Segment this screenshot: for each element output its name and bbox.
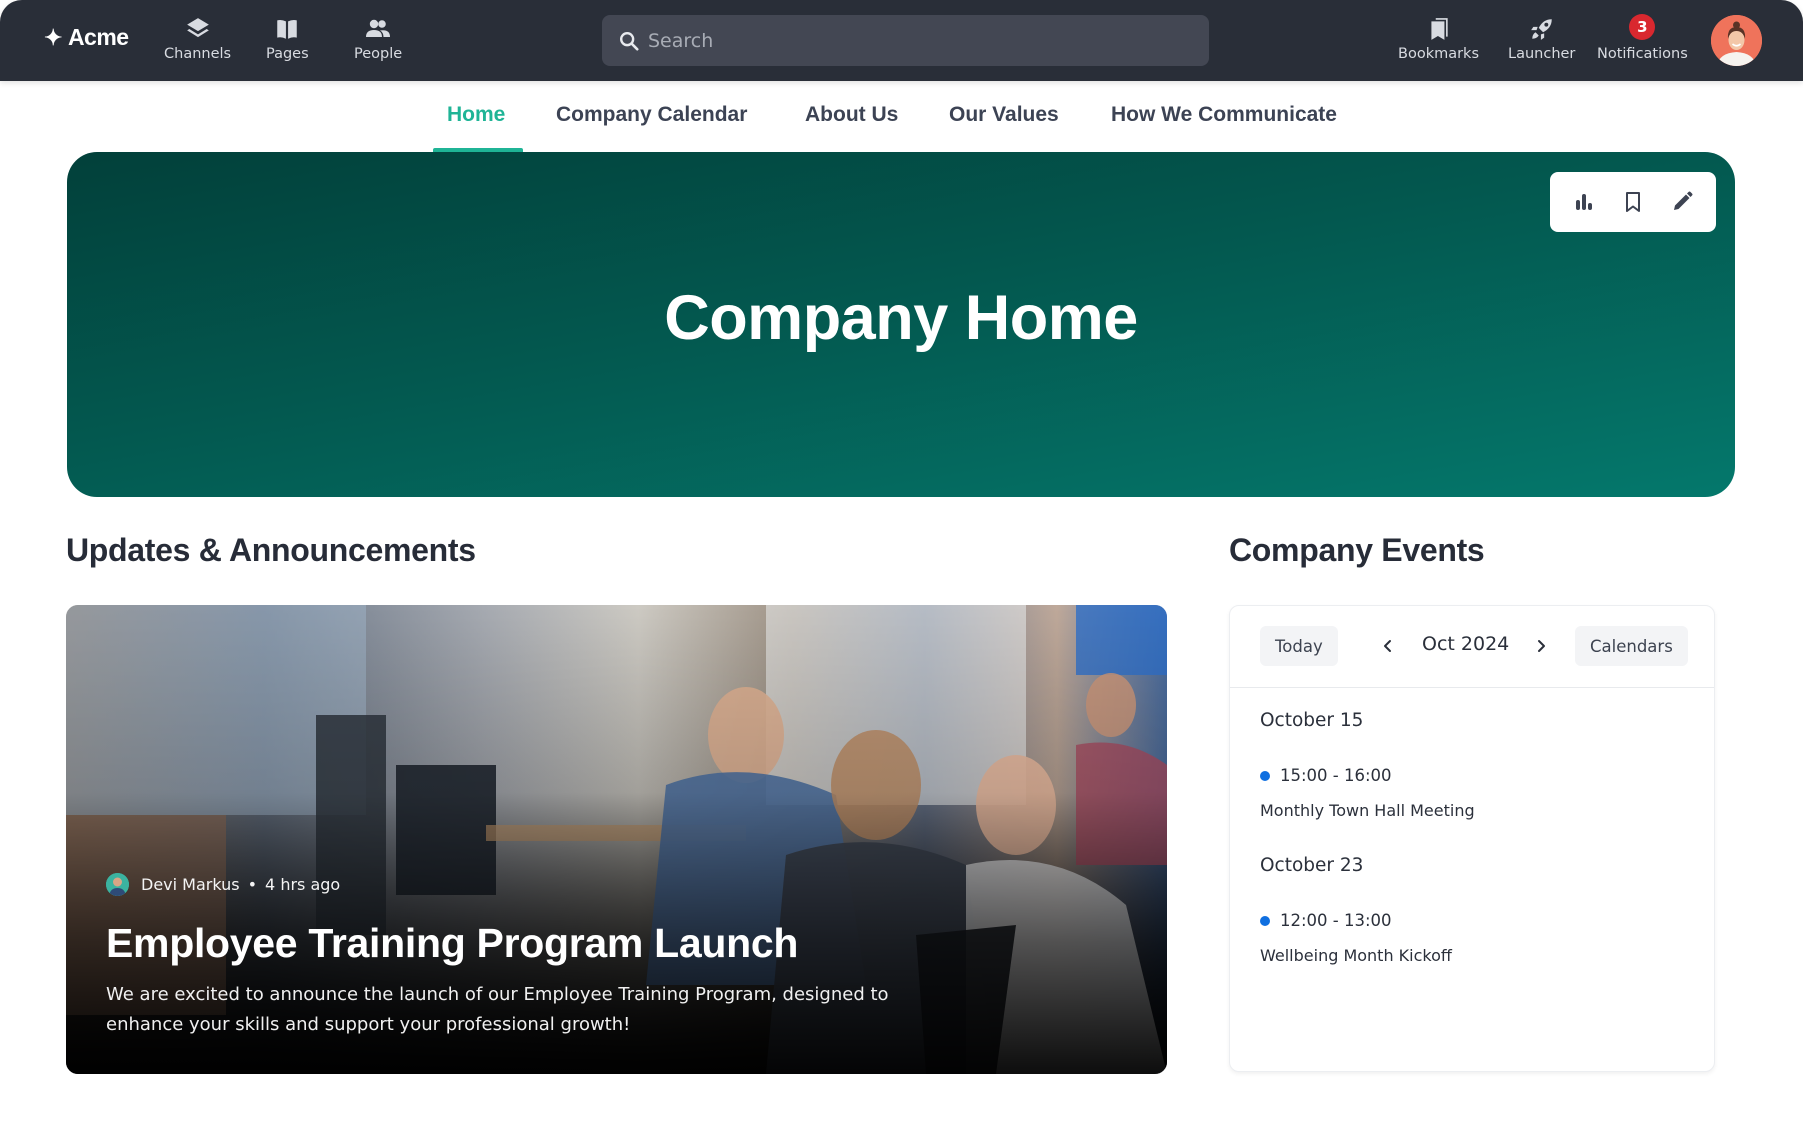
people-icon	[366, 19, 391, 37]
nav-channels-label: Channels	[164, 46, 232, 62]
post-meta: Devi Markus • 4 hrs ago	[106, 873, 340, 896]
notification-badge: 3	[1629, 14, 1656, 40]
brand-name: Acme	[67, 24, 129, 50]
post-time: 4 hrs ago	[265, 875, 341, 894]
nav-launcher-label: Launcher	[1508, 46, 1576, 62]
calendar-header: Today Oct 2024 Calendars	[1230, 606, 1714, 688]
post-author[interactable]: Devi Markus	[141, 875, 240, 894]
nav-launcher[interactable]: Launcher	[1508, 16, 1575, 62]
nav-people[interactable]: People	[354, 16, 402, 62]
bookmarks-icon	[1430, 18, 1448, 40]
bell-icon: 3	[1629, 14, 1656, 42]
analytics-button[interactable]	[1566, 184, 1602, 220]
event-title[interactable]: Wellbeing Month Kickoff	[1260, 946, 1452, 965]
layers-icon	[186, 18, 209, 38]
current-month: Oct 2024	[1422, 633, 1510, 655]
nav-pages[interactable]: Pages	[266, 16, 309, 62]
analytics-icon	[1576, 194, 1593, 210]
next-month-icon[interactable]	[1531, 636, 1551, 656]
author-avatar	[106, 873, 129, 896]
meta-separator: •	[247, 875, 258, 894]
bookmark-icon	[1625, 192, 1640, 212]
updates-heading: Updates & Announcements	[66, 532, 476, 568]
nav-channels[interactable]: Channels	[164, 16, 231, 62]
search-bar[interactable]	[602, 15, 1209, 66]
tab-home[interactable]: Home	[447, 103, 505, 127]
rocket-icon	[1530, 19, 1552, 40]
nav-people-label: People	[354, 46, 403, 62]
search-icon	[620, 31, 639, 51]
book-icon	[277, 19, 298, 39]
tab-our-values[interactable]: Our Values	[949, 103, 1059, 127]
announcement-card[interactable]: Devi Markus • 4 hrs ago Employee Trainin…	[66, 605, 1167, 1074]
nav-pages-label: Pages	[266, 46, 309, 62]
event-dot-icon	[1260, 770, 1270, 781]
hero-toolbar	[1550, 172, 1716, 232]
event-time-text: 12:00 - 13:00	[1280, 911, 1392, 930]
nav-bookmarks[interactable]: Bookmarks	[1398, 16, 1479, 62]
tab-how-we-communicate[interactable]: How We Communicate	[1111, 103, 1337, 127]
brand-logo[interactable]: ✦ Acme	[44, 24, 129, 51]
event-time: 15:00 - 16:00	[1260, 766, 1392, 785]
edit-button[interactable]	[1664, 184, 1700, 220]
calendars-button[interactable]: Calendars	[1575, 626, 1688, 666]
avatar-portrait-icon	[1711, 15, 1762, 66]
event-date: October 23	[1260, 855, 1364, 876]
event-time-text: 15:00 - 16:00	[1280, 766, 1392, 785]
top-navigation-bar: ✦ Acme Channels Pages People Bookmarks L…	[0, 0, 1803, 81]
search-input[interactable]	[648, 29, 1168, 52]
nav-notifications-label: Notifications	[1597, 46, 1688, 62]
previous-month-icon[interactable]	[1378, 636, 1398, 656]
today-button[interactable]: Today	[1260, 626, 1338, 666]
event-dot-icon	[1260, 915, 1270, 926]
events-heading: Company Events	[1229, 532, 1485, 568]
hero-banner: Company Home	[67, 152, 1735, 497]
user-avatar[interactable]	[1711, 15, 1762, 66]
edit-icon	[1673, 191, 1693, 210]
post-title[interactable]: Employee Training Program Launch	[106, 920, 798, 967]
bookmark-button[interactable]	[1615, 184, 1651, 220]
nav-notifications[interactable]: 3 Notifications	[1597, 14, 1688, 62]
tab-about-us[interactable]: About Us	[805, 103, 898, 127]
nav-bookmarks-label: Bookmarks	[1398, 46, 1480, 62]
post-excerpt: We are excited to announce the launch of…	[106, 984, 889, 1035]
event-time: 12:00 - 13:00	[1260, 911, 1392, 930]
events-card: Today Oct 2024 Calendars October 15 15:0…	[1229, 605, 1715, 1072]
event-date: October 15	[1260, 710, 1364, 731]
tab-company-calendar[interactable]: Company Calendar	[556, 103, 747, 127]
page-tabs: Home Company Calendar About Us Our Value…	[0, 81, 1803, 152]
page-title: Company Home	[664, 283, 1138, 353]
event-title[interactable]: Monthly Town Hall Meeting	[1260, 801, 1475, 820]
sparkle-icon: ✦	[44, 24, 62, 50]
